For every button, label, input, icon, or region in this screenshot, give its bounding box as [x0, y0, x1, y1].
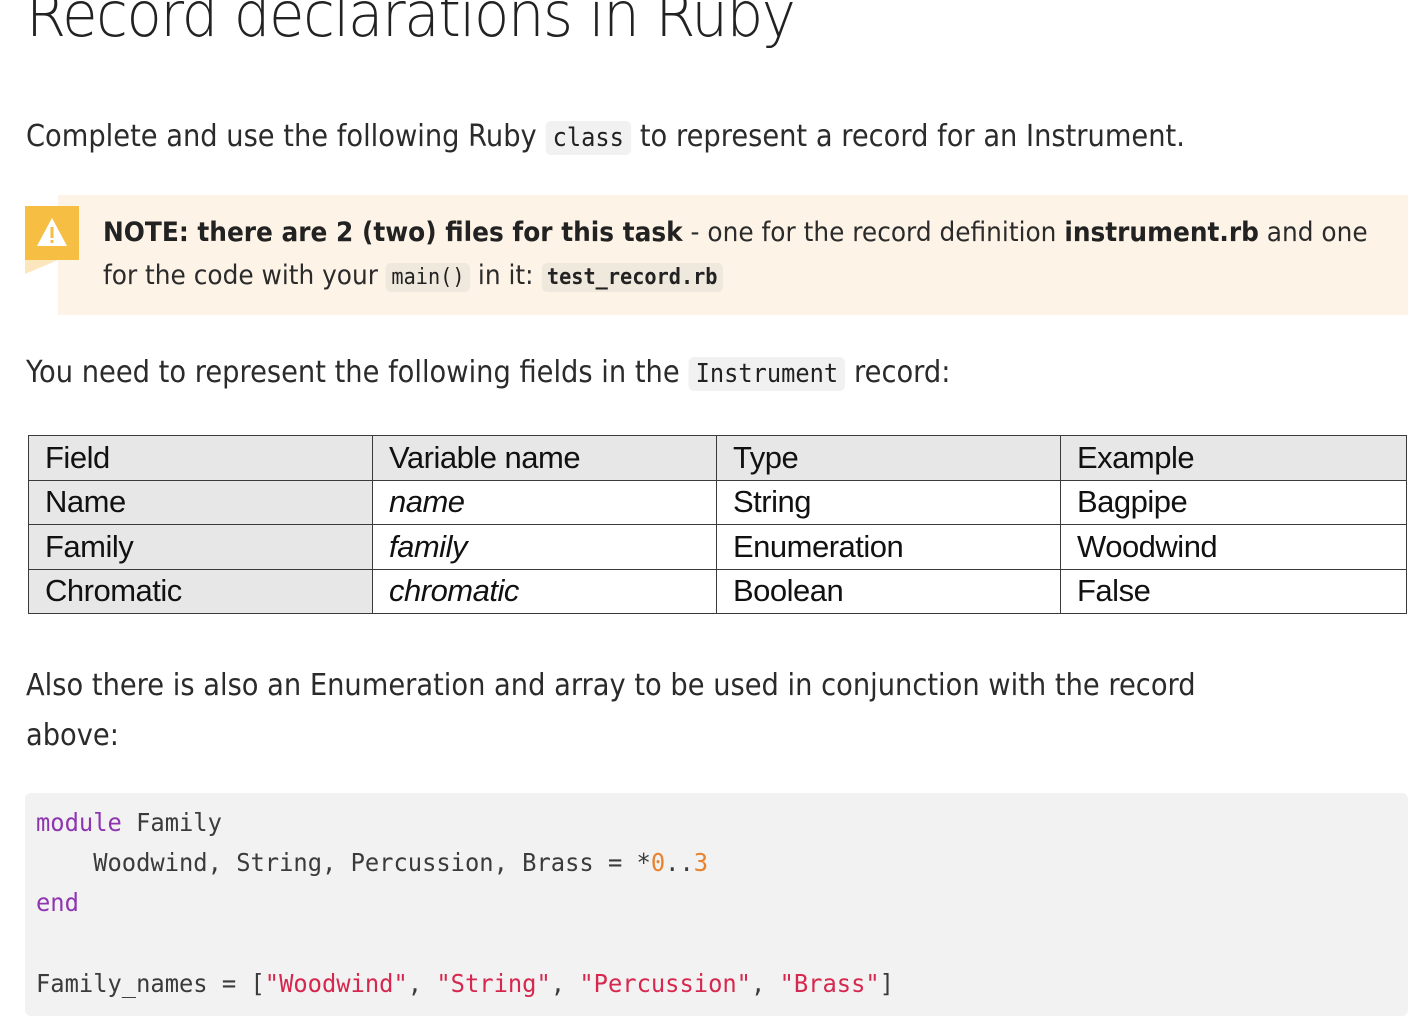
fields-intro-before: You need to represent the following fiel… [26, 355, 689, 390]
note-text-2: and one [1258, 217, 1368, 248]
table-cell-variable: name [372, 479, 717, 525]
intro-paragraph: Complete and use the following Ruby clas… [26, 112, 1185, 163]
code-module-name: Family [121, 808, 222, 837]
note-icon-tail [25, 260, 58, 274]
fields-intro-after: record: [845, 355, 951, 390]
warning-icon [25, 206, 79, 260]
table-row: Name name String Bagpipe [28, 479, 1407, 525]
inline-code-test-record: test_record.rb [541, 263, 724, 292]
code-string: "Percussion" [579, 969, 751, 998]
enum-intro-line2: above: [26, 718, 119, 753]
table-cell-field: Chromatic [28, 568, 373, 614]
code-separator: , [407, 969, 437, 998]
note-text: NOTE: there are 2 (two) files for this t… [103, 211, 1368, 299]
code-line-5: Family_names = ["Woodwind", "String", "P… [36, 969, 894, 998]
inline-code-class: class [545, 121, 632, 155]
table-cell-type: Enumeration [716, 524, 1061, 570]
code-line-1: module Family [36, 808, 222, 837]
code-array-prefix: Family_names = [ [36, 969, 265, 998]
code-string: "String" [436, 969, 551, 998]
code-separator: , [750, 969, 780, 998]
code-range-op: .. [665, 848, 694, 877]
note-line2-mid: in it: [470, 260, 542, 291]
note-file-instrument: instrument.rb [1064, 217, 1259, 248]
table-header-row: Field Variable name Type Example [28, 435, 1407, 481]
table-cell-example: Woodwind [1060, 524, 1407, 570]
code-string: "Brass" [779, 969, 880, 998]
code-line-2: Woodwind, String, Percussion, Brass = *0… [36, 848, 708, 877]
fields-table: Field Variable name Type Example Name na… [28, 435, 1407, 614]
inline-code-instrument: Instrument [688, 357, 846, 391]
table-row: Chromatic chromatic Boolean False [28, 568, 1407, 614]
inline-code-main: main() [385, 263, 471, 292]
code-string: "Woodwind" [264, 969, 408, 998]
table-cell-field: Name [28, 479, 373, 525]
enum-intro-line1: Also there is also an Enumeration and ar… [26, 668, 1196, 703]
code-separator: , [550, 969, 580, 998]
fields-intro-paragraph: You need to represent the following fiel… [26, 348, 950, 399]
code-keyword-end: end [36, 888, 79, 917]
code-number-0: 0 [650, 848, 666, 877]
note-text-1: - one for the record definition [682, 217, 1065, 248]
table-cell-variable: family [372, 524, 717, 570]
table-cell-type: String [716, 479, 1061, 525]
table-header-cell: Example [1060, 435, 1407, 481]
note-line2-before: for the code with your [103, 260, 386, 291]
intro-text-after: to represent a record for an Instrument. [631, 119, 1185, 154]
code-number-3: 3 [693, 848, 709, 877]
code-enum-assign: Woodwind, String, Percussion, Brass = * [93, 848, 651, 877]
table-header-cell: Variable name [372, 435, 717, 481]
code-keyword-module: module [36, 808, 122, 837]
intro-text-before: Complete and use the following Ruby [26, 119, 546, 154]
code-array-suffix: ] [879, 969, 894, 998]
note-bold-lead: NOTE: there are 2 (two) files for this t… [103, 217, 683, 248]
table-cell-example: False [1060, 568, 1407, 614]
table-header-cell: Field [28, 435, 373, 481]
table-cell-variable: chromatic [372, 568, 717, 614]
table-cell-example: Bagpipe [1060, 479, 1407, 525]
table-row: Family family Enumeration Woodwind [28, 524, 1407, 570]
page-title: Record declarations in Ruby [26, 0, 796, 51]
table-cell-type: Boolean [716, 568, 1061, 614]
table-header-cell: Type [716, 435, 1061, 481]
table-cell-field: Family [28, 524, 373, 570]
code-line-3: end [36, 888, 79, 917]
